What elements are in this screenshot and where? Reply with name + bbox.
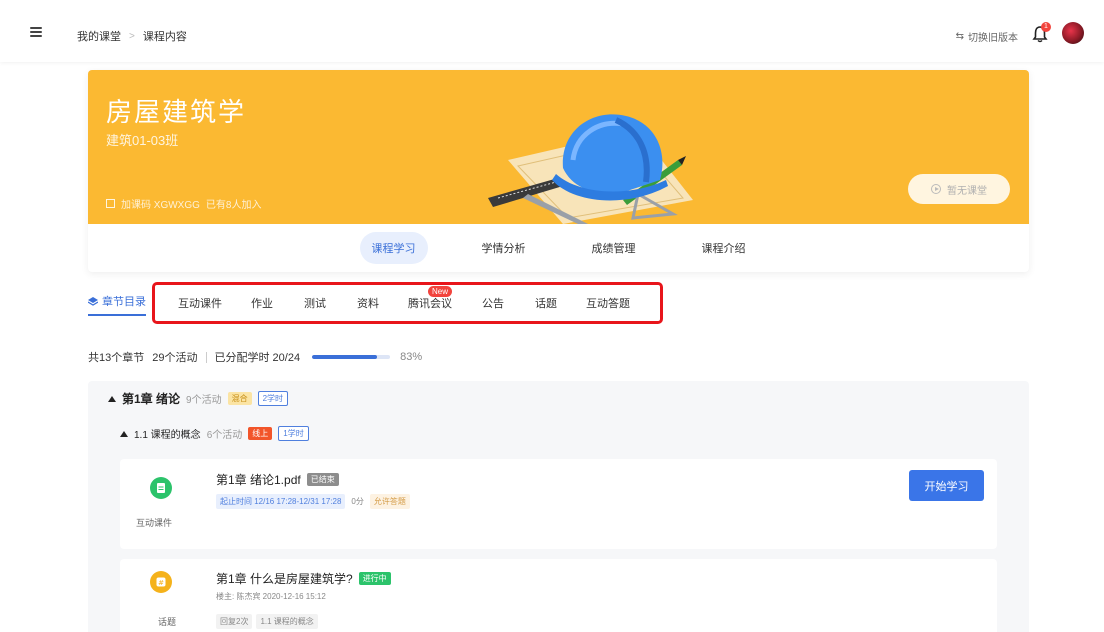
avatar[interactable] xyxy=(1062,22,1084,44)
activity-meta: 回复2次 1.1 课程的概念 xyxy=(216,614,318,629)
online-tag: 线上 xyxy=(248,427,273,440)
progress-fill xyxy=(312,355,377,359)
hours-tag: 1学时 xyxy=(278,426,309,441)
hours-progress-bar xyxy=(312,355,391,359)
tab-tencent-meeting[interactable]: 腾讯会议 xyxy=(408,295,452,311)
no-class-label: 暂无课堂 xyxy=(947,185,987,197)
section-activity-count: 6个活动 xyxy=(206,430,243,441)
chapter-count: 共13个章节 xyxy=(88,352,145,364)
breadcrumb-course-content: 课程内容 xyxy=(142,31,187,43)
hours-tag: 2学时 xyxy=(257,391,289,406)
time-range: 起止时间 12/16 17:28-12/31 17:28 xyxy=(216,494,346,509)
chapter-panel: 第1章 绪论 9个活动 混合 2学时 1.1 课程的概念 6个活动 线上 1学时… xyxy=(88,381,1029,632)
reply-count: 回复2次 xyxy=(216,614,253,629)
new-badge: New xyxy=(428,286,453,297)
chevron-right-icon: > xyxy=(129,30,135,42)
subtab-directory-wrap: 章节目录 xyxy=(88,290,146,316)
section-ref: 1.1 课程的概念 xyxy=(256,614,318,629)
activity-name[interactable]: 第1章 绪论1.pdf xyxy=(216,471,301,488)
course-tabs: 课程学习 学情分析 成绩管理 课程介绍 xyxy=(88,224,1029,272)
tab-chapter-directory[interactable]: 章节目录 xyxy=(88,290,146,316)
course-stats: 共13个章节 29个活动 已分配学时 20/24 83% xyxy=(88,349,422,365)
tab-announcement[interactable]: 公告 xyxy=(482,295,504,311)
directory-label: 章节目录 xyxy=(102,296,146,308)
course-code[interactable]: 加课码 XGWXGG 已有8人加入 xyxy=(106,196,261,211)
course-title: 房屋建筑学 xyxy=(106,97,247,127)
topic-icon: # xyxy=(150,571,172,593)
tab-test[interactable]: 测试 xyxy=(304,295,326,311)
course-banner: 房屋建筑学 建筑01-03班 加课码 XGWXGG 已有8人加入 暂无课堂 xyxy=(88,70,1029,224)
tab-homework[interactable]: 作业 xyxy=(251,295,273,311)
chapter-activity-count: 9个活动 xyxy=(186,395,222,406)
activity-type: 话题 xyxy=(158,617,177,627)
menu-icon[interactable] xyxy=(30,27,42,37)
top-bar: 我的课堂 > 课程内容 ⇆ 切换旧版本 1 xyxy=(0,0,1104,62)
activity-title-row: 第1章 绪论1.pdf 已结束 xyxy=(216,471,339,488)
notification-badge: 1 xyxy=(1041,22,1051,32)
activity-type: 互动课件 xyxy=(136,518,173,528)
svg-text:#: # xyxy=(158,579,164,587)
collapse-triangle-icon[interactable] xyxy=(120,430,128,437)
status-badge: 进行中 xyxy=(358,572,391,585)
switch-label: 切换旧版本 xyxy=(968,33,1018,44)
chapter-title: 第1章 绪论 xyxy=(122,392,181,406)
activity-item[interactable]: 互动课件 第1章 绪论1.pdf 已结束 起止时间 12/16 17:28-12… xyxy=(120,459,997,549)
tab-grade-management[interactable]: 成绩管理 xyxy=(580,232,648,264)
tab-interactive-quiz[interactable]: 互动答题 xyxy=(586,295,630,311)
chapter-header[interactable]: 第1章 绪论 9个活动 混合 2学时 xyxy=(108,390,289,407)
tab-topic[interactable]: 话题 xyxy=(535,295,557,311)
start-learning-button[interactable]: 开始学习 xyxy=(909,470,984,501)
score: 0分 xyxy=(351,497,364,506)
activity-title-row: 第1章 什么是房屋建筑学? 进行中 xyxy=(216,570,391,587)
joined-count: 已有8人加入 xyxy=(205,200,262,211)
course-card: 房屋建筑学 建筑01-03班 加课码 XGWXGG 已有8人加入 暂无课堂 课程… xyxy=(88,70,1029,272)
qr-code-icon xyxy=(106,199,115,208)
join-code: 加课码 XGWXGG xyxy=(121,200,200,211)
breadcrumb: 我的课堂 > 课程内容 xyxy=(77,28,187,44)
swap-icon: ⇆ xyxy=(955,31,964,42)
play-icon xyxy=(931,184,941,194)
helmet-illustration xyxy=(488,114,693,224)
activity-count: 29个活动 xyxy=(152,352,198,364)
activity-item[interactable]: # 话题 第1章 什么是房屋建筑学? 进行中 楼主: 陈杰宾 2020-12-1… xyxy=(120,559,997,632)
tab-interactive-courseware[interactable]: 互动课件 xyxy=(178,295,222,311)
tab-course-intro[interactable]: 课程介绍 xyxy=(690,232,758,264)
progress-percent: 83% xyxy=(400,351,423,363)
breadcrumb-my-class[interactable]: 我的课堂 xyxy=(77,28,121,44)
topic-host: 楼主: 陈杰宾 2020-12-16 15:12 xyxy=(216,592,326,601)
section-title: 1.1 课程的概念 xyxy=(134,430,201,441)
layers-icon xyxy=(88,296,98,306)
section-header[interactable]: 1.1 课程的概念 6个活动 线上 1学时 xyxy=(120,426,309,441)
allow-answer-tag: 允许答题 xyxy=(369,494,410,509)
no-class-button[interactable]: 暂无课堂 xyxy=(908,174,1010,204)
activity-name[interactable]: 第1章 什么是房屋建筑学? xyxy=(216,570,353,587)
collapse-triangle-icon[interactable] xyxy=(108,395,116,402)
tab-materials[interactable]: 资料 xyxy=(357,295,379,311)
tab-learning-analysis[interactable]: 学情分析 xyxy=(470,232,538,264)
switch-old-version-button[interactable]: ⇆ 切换旧版本 xyxy=(956,29,1018,44)
assigned-hours: 已分配学时 20/24 xyxy=(214,352,301,364)
mode-tag: 混合 xyxy=(227,392,252,405)
status-badge: 已结束 xyxy=(306,473,339,486)
divider xyxy=(205,351,207,363)
notification-bell[interactable]: 1 xyxy=(1032,22,1051,43)
course-class: 建筑01-03班 xyxy=(106,133,179,148)
tab-course-study[interactable]: 课程学习 xyxy=(359,232,428,264)
courseware-icon xyxy=(150,477,172,499)
activity-meta: 起止时间 12/16 17:28-12/31 17:28 0分 允许答题 xyxy=(216,494,410,509)
